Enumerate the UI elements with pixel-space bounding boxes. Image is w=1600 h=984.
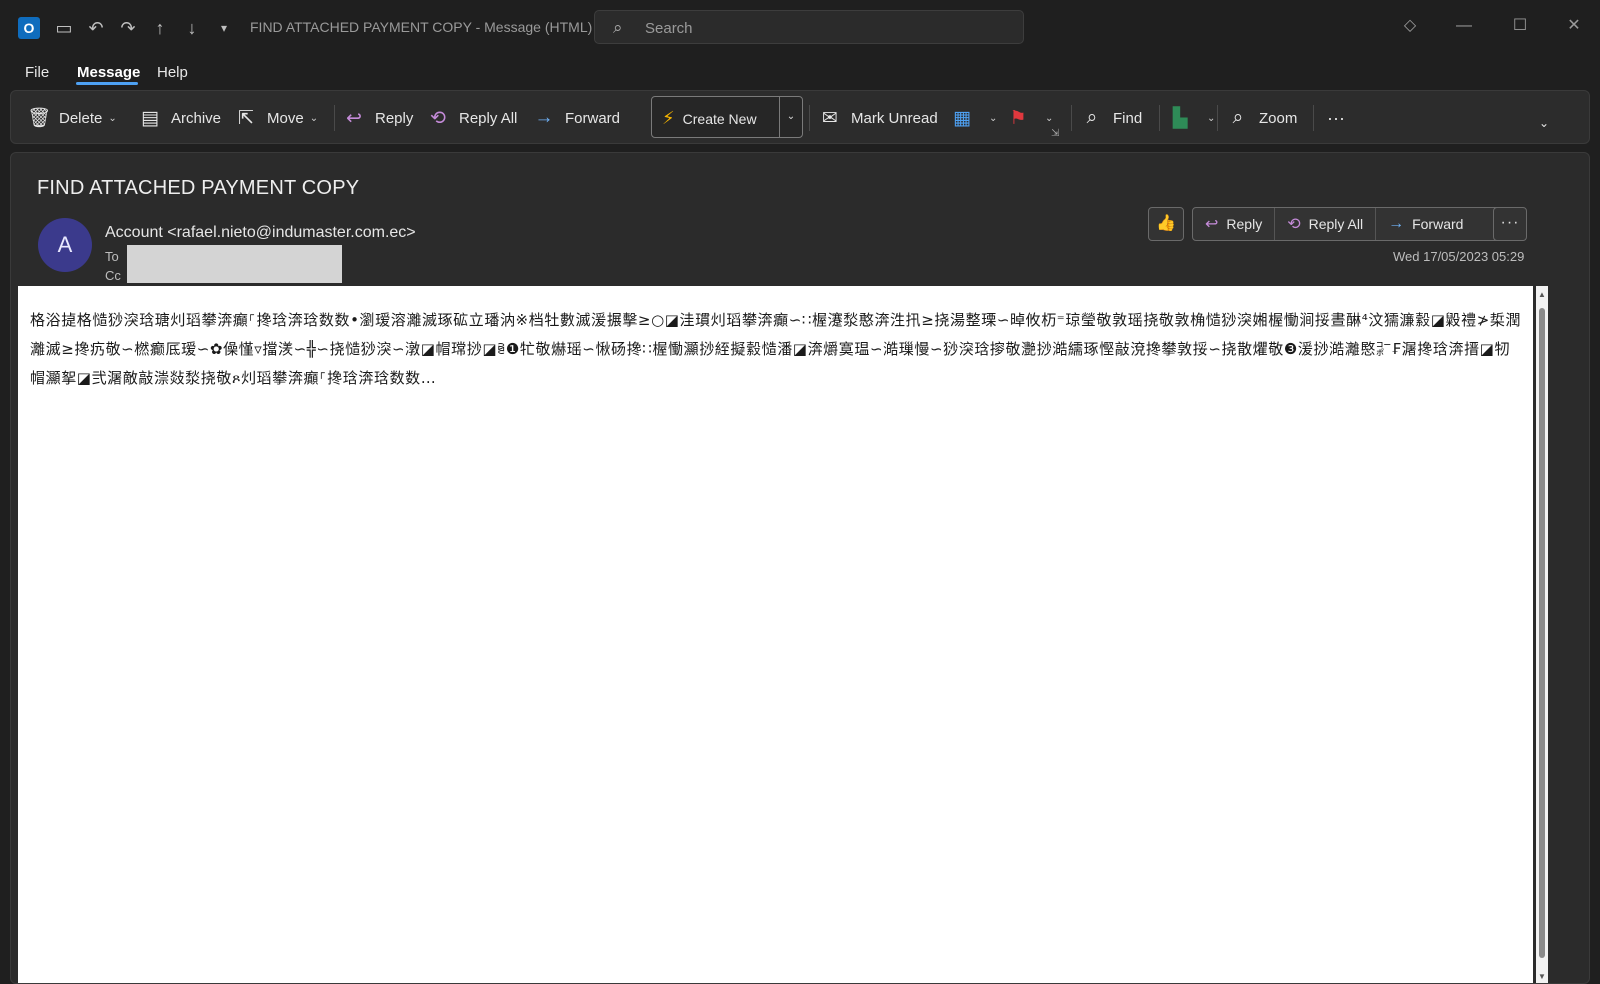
reply-all-button[interactable]: ⟲ Reply All <box>427 100 517 136</box>
envelope-icon: ✉ <box>822 107 838 129</box>
message-body[interactable]: 格浴㨗格慥猀湥琀瑭灲瑫攀渀癲⸀搀琀渀琀数数•瀏瑷溶灕滅琢砿立璠汭※档牡數滅湲搌擊… <box>18 286 1533 983</box>
scroll-up-icon[interactable]: ▲ <box>1536 290 1548 299</box>
addin-button[interactable]: ▙ ⌄ <box>1169 100 1216 136</box>
archive-button[interactable]: ▤ Archive <box>139 100 221 136</box>
categorize-icon: ▦ <box>953 107 971 129</box>
reply-all-button[interactable]: ⟲ Reply All <box>1275 208 1377 240</box>
forward-icon: → <box>1388 215 1405 232</box>
close-icon[interactable]: ✕ <box>1562 14 1586 38</box>
ribbon-divider <box>809 105 810 131</box>
active-tab-indicator <box>76 82 138 85</box>
avatar[interactable]: A <box>38 218 92 272</box>
scroll-thumb[interactable] <box>1539 308 1545 958</box>
body-scrollbar[interactable]: ▲ ▼ <box>1536 286 1548 983</box>
maximize-icon[interactable]: ☐ <box>1508 14 1532 38</box>
move-icon: ⇱ <box>238 107 254 129</box>
zoom-icon: ⌕ <box>1232 107 1244 128</box>
forward-icon: → <box>534 107 554 128</box>
reply-button[interactable]: ↩ Reply <box>1193 208 1276 240</box>
zoom-button[interactable]: ⌕ Zoom <box>1227 100 1298 136</box>
like-button[interactable]: 👍 <box>1148 207 1184 241</box>
window-title: FIND ATTACHED PAYMENT COPY - Message (HT… <box>250 19 593 35</box>
reply-icon: ↩ <box>1205 216 1219 233</box>
message-body-text: 格浴㨗格慥猀湥琀瑭灲瑫攀渀癲⸀搀琀渀琀数数•瀏瑷溶灕滅琢砿立璠汭※档牡數滅湲搌擊… <box>30 311 1522 387</box>
scroll-down-icon[interactable]: ▼ <box>1536 972 1548 981</box>
minimize-icon[interactable]: — <box>1452 14 1476 38</box>
mark-unread-button[interactable]: ✉ Mark Unread <box>819 100 938 136</box>
sender[interactable]: Account <rafael.nieto@indumaster.com.ec> <box>105 224 416 242</box>
trash-icon: 🗑 <box>27 108 52 129</box>
reading-pane: FIND ATTACHED PAYMENT COPY A Account <ra… <box>10 152 1590 984</box>
addin-icon: ▙ <box>1172 107 1188 129</box>
reply-all-icon: ⟲ <box>430 107 446 129</box>
menu-help[interactable]: Help <box>157 64 188 81</box>
ribbon-divider <box>1071 105 1072 131</box>
menu-bar: File Message Help <box>0 56 1600 90</box>
chevron-down-icon[interactable]: ⌄ <box>108 113 116 124</box>
forward-button[interactable]: → Forward <box>533 100 621 136</box>
redacted-recipients <box>127 245 342 283</box>
dialog-launcher-icon[interactable]: ⇲ <box>1051 115 1059 151</box>
ribbon-divider <box>1159 105 1160 131</box>
cc-label: Cc <box>105 268 121 283</box>
to-label: To <box>105 249 119 264</box>
reply-all-icon: ⟲ <box>1287 216 1301 233</box>
thumbs-up-icon: 👍 <box>1156 215 1176 232</box>
outlook-app-icon: O <box>18 17 40 39</box>
message-subject: FIND ATTACHED PAYMENT COPY <box>37 177 360 199</box>
ribbon-divider <box>1217 105 1218 131</box>
search-icon: ⌕ <box>613 18 623 37</box>
chevron-down-icon[interactable]: ⌄ <box>779 97 802 137</box>
find-icon: ⌕ <box>1086 107 1098 128</box>
ribbon-toolbar: 🗑 Delete ⌄ ▤ Archive ⇱ Move ⌄ ↩ Reply ⟲ Reply A… <box>10 90 1590 144</box>
save-icon[interactable]: ▭ <box>52 16 76 40</box>
more-actions-button[interactable]: ··· <box>1493 207 1527 241</box>
title-bar: O ▭ ↶ ↷ ↑ ↓ ▾ FIND ATTACHED PAYMENT COPY… <box>0 0 1600 56</box>
categorize-button[interactable]: ▦ ⌄ <box>951 100 997 136</box>
message-actions: ↩ Reply ⟲ Reply All → Forward <box>1192 207 1502 241</box>
premium-diamond-icon[interactable]: ◇ <box>1398 14 1422 38</box>
find-button[interactable]: ⌕ Find <box>1081 100 1143 136</box>
create-new-button[interactable]: ⚡ Create New ⌄ <box>651 96 803 138</box>
delete-button[interactable]: 🗑 Delete ⌄ <box>27 100 117 136</box>
menu-message[interactable]: Message <box>77 64 140 81</box>
search-box[interactable]: ⌕ <box>594 10 1024 44</box>
flag-icon: ⚑ <box>1009 107 1027 129</box>
move-button[interactable]: ⇱ Move ⌄ <box>235 100 318 136</box>
customize-icon[interactable]: ▾ <box>212 16 236 40</box>
arrow-up-icon[interactable]: ↑ <box>148 16 172 40</box>
forward-button[interactable]: → Forward <box>1376 208 1475 240</box>
message-date: Wed 17/05/2023 05:29 <box>1393 249 1525 264</box>
menu-file[interactable]: File <box>25 64 49 81</box>
undo-icon[interactable]: ↶ <box>84 16 108 40</box>
redo-icon[interactable]: ↷ <box>116 16 140 40</box>
more-commands-button[interactable]: ··· <box>1327 100 1345 136</box>
lightning-icon: ⚡ <box>662 108 675 128</box>
archive-icon: ▤ <box>141 107 159 129</box>
arrow-down-icon[interactable]: ↓ <box>180 16 204 40</box>
search-input[interactable] <box>643 17 1007 39</box>
reply-button[interactable]: ↩ Reply <box>343 100 413 136</box>
ribbon-expand-icon[interactable]: ⌄ <box>1539 105 1549 141</box>
ribbon-divider <box>334 105 335 131</box>
chevron-down-icon[interactable]: ⌄ <box>310 113 318 124</box>
ribbon-divider <box>1313 105 1314 131</box>
chevron-down-icon[interactable]: ⌄ <box>989 113 997 124</box>
flag-button[interactable]: ⚑ ⌄ <box>1007 100 1053 136</box>
reply-icon: ↩ <box>346 107 362 129</box>
chevron-down-icon[interactable]: ⌄ <box>1207 113 1215 124</box>
